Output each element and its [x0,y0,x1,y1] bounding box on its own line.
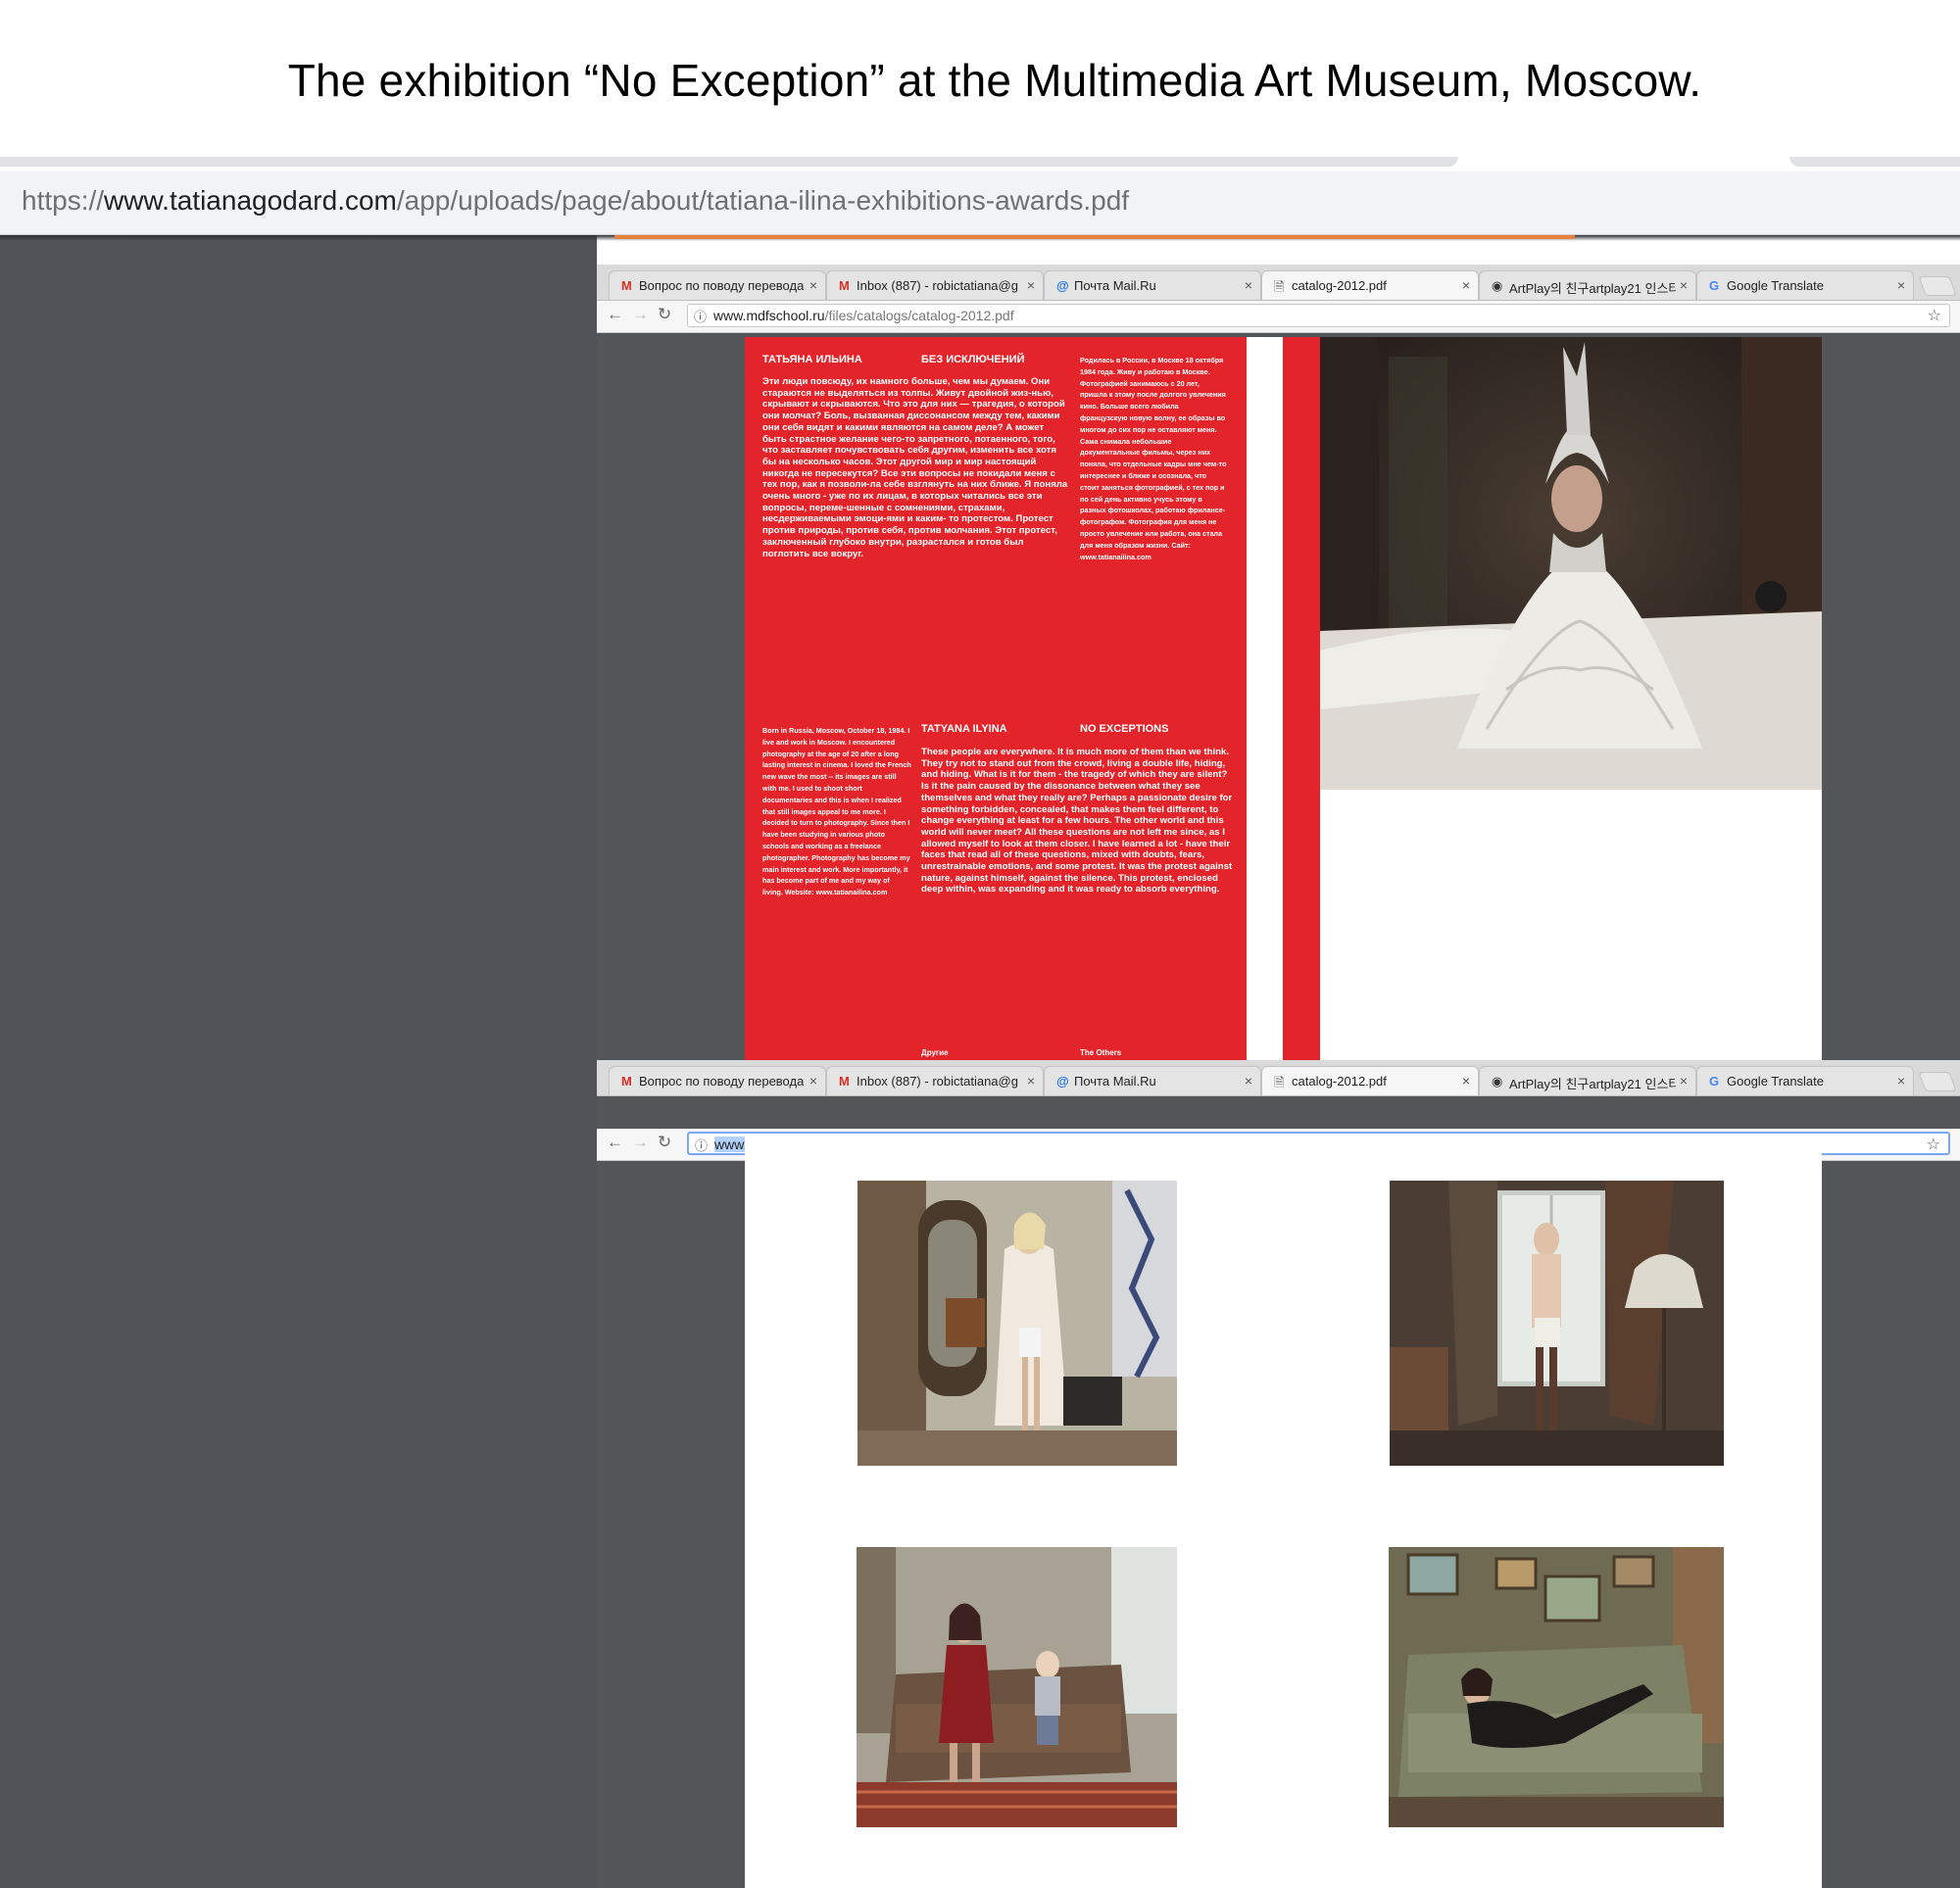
close-icon[interactable]: × [1462,1073,1470,1089]
google-translate-icon: G [1709,278,1720,293]
footer-ru: Другие [921,1048,949,1057]
camera-icon: ◉ [1492,278,1503,293]
mailru-icon: @ [1056,1074,1069,1089]
gmail-icon: M [839,1074,850,1089]
inner-address-bar[interactable]: ⓘ www.mdfschool.ru/files/catalogs/catalo… [687,304,1950,327]
orange-underline [614,235,1575,239]
mailru-icon: @ [1056,278,1069,293]
catalog-red-strip [1283,337,1320,1062]
tab-gmail-inbox[interactable]: M Inbox (887) - robictatiana@g × [826,1066,1044,1095]
close-icon[interactable]: × [1245,277,1252,293]
en-statement: These people are everywhere. It is much … [921,747,1233,896]
gmail-icon: M [839,278,850,293]
ru-statement: Эти люди повсюду, их намного больше, чем… [762,376,1068,559]
document-icon: 🗎 [1274,279,1285,294]
caption: The exhibition “No Exception” at the Mul… [287,55,1702,106]
url-host: www.tatianagodard.com [104,185,397,216]
tab-catalog-pdf[interactable]: 🗎 catalog-2012.pdf × [1261,270,1479,300]
photo-white-coat-mirror [858,1181,1177,1466]
inner-nav-bar-top: ← → ↻ ⓘ www.mdfschool.ru/files/catalogs/… [597,301,1960,333]
close-icon[interactable]: × [1027,1073,1035,1089]
footer-en: The Others [1080,1048,1122,1057]
close-icon[interactable]: × [1680,1073,1688,1089]
info-icon: ⓘ [694,310,708,324]
catalog-red-page: ТАТЬЯНА ИЛЬИНА БЕЗ ИСКЛЮЧЕНИЙ Эти люди п… [745,337,1247,1062]
close-icon[interactable]: × [1897,277,1905,293]
ru-title: БЕЗ ИСКЛЮЧЕНИЙ [921,354,1025,365]
url-path: /app/uploads/page/about/tatiana-ilina-ex… [396,185,1130,216]
tab-artplay[interactable]: ◉ ArtPlay의 친구artplay21 인스타 × [1479,270,1696,300]
close-icon[interactable]: × [1027,277,1035,293]
close-icon[interactable]: × [1245,1073,1252,1089]
reload-icon[interactable]: ↻ [658,1133,671,1152]
gmail-icon: M [621,278,632,293]
url-scheme: https:// [22,185,105,216]
inner-tab-bar-bottom: M Вопрос по поводу перевода × M Inbox (887)… [597,1060,1960,1096]
tab-mailru[interactable]: @ Почта Mail.Ru × [1044,270,1261,300]
tab-artplay[interactable]: ◉ ArtPlay의 친구artplay21 인스타 × [1479,1066,1696,1095]
reload-icon[interactable]: ↻ [658,305,671,324]
close-icon[interactable]: × [809,1073,817,1089]
new-tab-button[interactable] [1918,1072,1957,1091]
forward-icon[interactable]: → [632,1133,649,1152]
tab-gmail-question[interactable]: M Вопрос по поводу перевода × [609,270,826,300]
photo-feathered-headdress [1320,337,1822,790]
close-icon[interactable]: × [1897,1073,1905,1089]
ru-bio: Родилась в России, в Москве 18 октября 1… [1080,356,1227,561]
close-icon[interactable]: × [1462,277,1470,293]
gmail-icon: M [621,1074,632,1089]
tab-catalog-pdf[interactable]: 🗎 catalog-2012.pdf × [1261,1066,1479,1095]
tab-google-translate[interactable]: G Google Translate × [1696,270,1914,300]
back-icon[interactable]: ← [607,1133,623,1152]
photo-reclining-sofa [1389,1547,1724,1827]
photo-feathered-headdress-art [1320,337,1822,790]
google-translate-icon: G [1709,1074,1720,1089]
new-tab-button[interactable] [1918,276,1957,296]
page-gap [1247,337,1283,1062]
bookmark-star-icon[interactable]: ☆ [1927,1135,1940,1154]
inner-tab-bar-top: M Вопрос по поводу перевода × M Inbox (887)… [597,265,1960,301]
outer-address-bar[interactable]: https://www.tatianagodard.com/app/upload… [0,171,1960,235]
tab-gmail-question[interactable]: M Вопрос по поводу перевода × [609,1066,826,1095]
photo-window-standing-art [1390,1181,1724,1466]
bookmark-star-icon[interactable]: ☆ [1928,306,1941,325]
tab-mailru[interactable]: @ Почта Mail.Ru × [1044,1066,1261,1095]
tab-gmail-inbox[interactable]: M Inbox (887) - robictatiana@g × [826,270,1044,300]
back-icon[interactable]: ← [607,305,623,324]
close-icon[interactable]: × [809,277,817,293]
en-title: NO EXCEPTIONS [1080,723,1169,735]
document-icon: 🗎 [1274,1075,1285,1089]
ru-name: ТАТЬЯНА ИЛЬИНА [762,354,862,365]
info-icon: ⓘ [695,1138,709,1153]
photo-sofa-with-child [857,1547,1177,1827]
close-icon[interactable]: × [1680,277,1688,293]
en-bio: Born in Russia, Moscow, October 18, 1984… [762,726,911,897]
outer-url[interactable]: https://www.tatianagodard.com/app/upload… [22,185,1129,217]
tabstrip-right [1789,157,1960,167]
en-name: TATYANA ILYINA [921,723,1007,735]
forward-icon[interactable]: → [632,305,649,324]
photo-window-standing [1390,1181,1724,1466]
photo-white-coat-mirror-art [858,1181,1177,1466]
tabstrip-left [0,157,1458,167]
photo-reclining-sofa-art [1389,1547,1724,1827]
photo-sofa-with-child-art [857,1547,1177,1827]
camera-icon: ◉ [1492,1074,1503,1089]
tab-google-translate[interactable]: G Google Translate × [1696,1066,1914,1095]
